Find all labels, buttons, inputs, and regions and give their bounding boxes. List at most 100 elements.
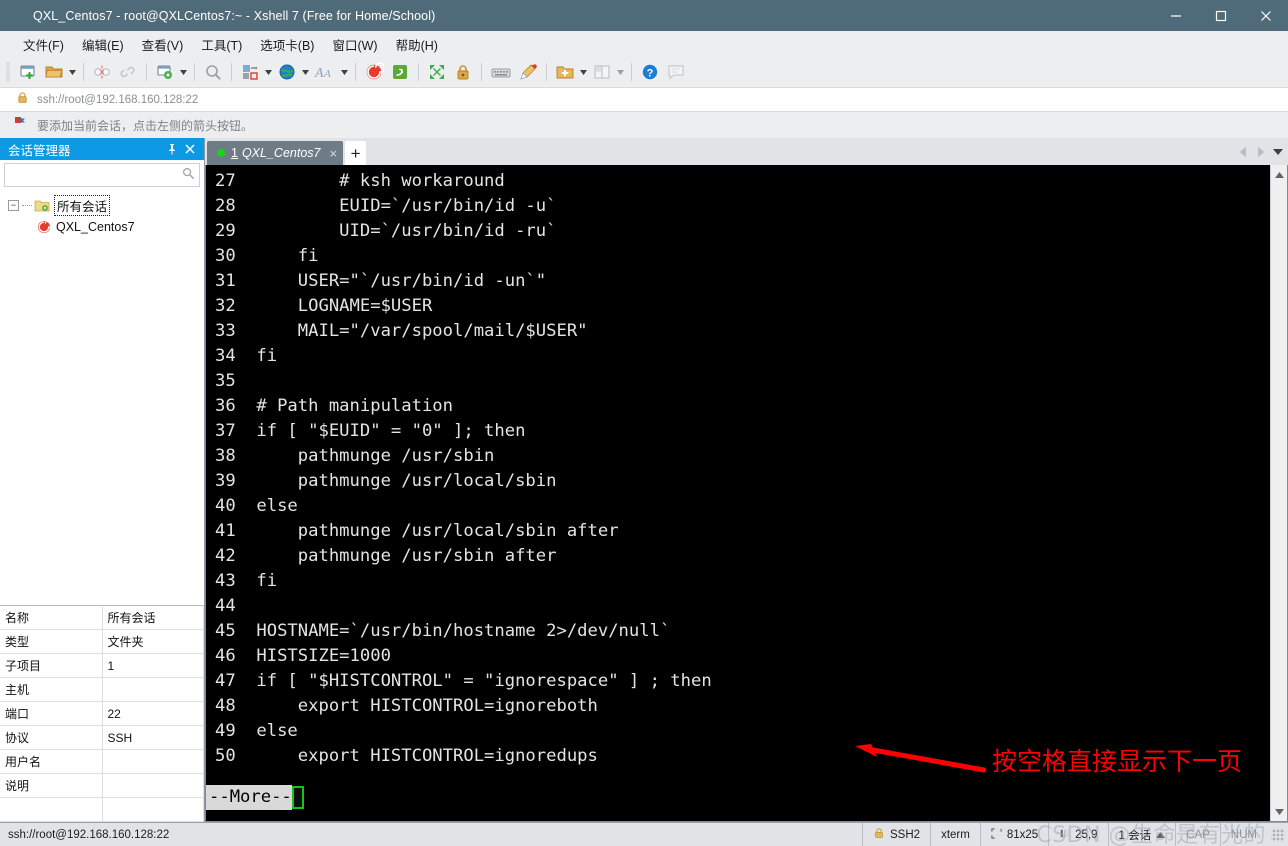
resize-grip[interactable]	[1271, 827, 1285, 842]
prop-key: 协议	[0, 725, 103, 750]
notice-text: 要添加当前会话，点击左侧的箭头按钮。	[37, 118, 254, 133]
help-icon[interactable]: ?	[637, 59, 663, 85]
prop-key: 子项目	[0, 653, 103, 678]
globe-icon[interactable]	[274, 59, 300, 85]
minimize-button[interactable]	[1153, 0, 1198, 31]
toolbar-separator	[194, 63, 195, 81]
pager-prompt-line: --More--	[206, 785, 304, 810]
maximize-button[interactable]	[1198, 0, 1243, 31]
chevron-down-icon[interactable]	[1271, 142, 1284, 162]
toolbar-separator	[418, 63, 419, 81]
tree-node-all-sessions[interactable]: − 所有会话	[0, 195, 204, 216]
globe-dropdown-icon[interactable]	[300, 60, 311, 84]
menu-bar: 文件(F) 编辑(E) 查看(V) 工具(T) 选项卡(B) 窗口(W) 帮助(…	[0, 31, 1288, 57]
svg-text:?: ?	[647, 68, 654, 80]
xshell-window: QXL_Centos7 - root@QXLCentos7:~ - Xshell…	[0, 0, 1288, 846]
terminal-area: 1 QXL_Centos7 × + 27 # ksh workaround 28…	[205, 138, 1288, 822]
menu-help[interactable]: 帮助(H)	[387, 32, 447, 57]
prop-value	[102, 797, 204, 822]
table-row: 类型 文件夹	[0, 629, 204, 654]
layout-dropdown-icon[interactable]	[615, 60, 626, 84]
session-search-box[interactable]	[4, 163, 200, 187]
prop-value: 22	[102, 701, 204, 726]
status-num-indicator: NUM	[1230, 828, 1257, 841]
toolbar-separator	[146, 63, 147, 81]
expander-icon[interactable]: −	[8, 200, 19, 211]
toolbar-grip[interactable]	[6, 62, 10, 82]
close-button[interactable]	[1243, 0, 1288, 31]
xftp-icon[interactable]	[387, 59, 413, 85]
status-size-label: 81x25	[1006, 828, 1039, 841]
terminal-screen[interactable]: 27 # ksh workaround 28 EUID=`/usr/bin/id…	[206, 165, 1270, 821]
new-tab-button[interactable]: +	[345, 141, 367, 165]
session-manager-header: 会话管理器	[0, 138, 204, 160]
open-folder-dropdown-icon[interactable]	[67, 60, 78, 84]
svg-text:A: A	[323, 68, 331, 80]
table-row: 说明	[0, 773, 204, 798]
scroll-down-icon[interactable]	[1272, 804, 1287, 819]
tree-node-label: QXL_Centos7	[56, 219, 135, 234]
layout-icon[interactable]	[589, 59, 615, 85]
comment-icon[interactable]	[663, 59, 689, 85]
tab-navigation	[1237, 138, 1284, 165]
xshell-icon[interactable]	[361, 59, 387, 85]
toolbar-separator	[355, 63, 356, 81]
session-manager-title: 会话管理器	[8, 143, 71, 158]
lock-icon[interactable]	[450, 59, 476, 85]
terminal-wrapper: 27 # ksh workaround 28 EUID=`/usr/bin/id…	[205, 165, 1288, 822]
address-bar[interactable]: ssh://root@192.168.160.128:22	[0, 87, 1288, 112]
status-terminal-type: xterm	[941, 828, 970, 841]
new-folder-icon[interactable]	[552, 59, 578, 85]
session-properties-icon[interactable]	[152, 59, 178, 85]
menu-file[interactable]: 文件(F)	[14, 32, 73, 57]
session-tree: − 所有会话 QXL_Centos7	[0, 189, 204, 605]
highlight-icon[interactable]	[515, 59, 541, 85]
tree-node-qxl-centos7[interactable]: QXL_Centos7	[0, 216, 204, 237]
terminal-scrollbar[interactable]	[1270, 165, 1287, 821]
menu-tools[interactable]: 工具(T)	[192, 32, 251, 57]
prop-value: 所有会话	[102, 605, 204, 630]
tree-node-label: 所有会话	[54, 195, 111, 216]
close-icon[interactable]	[181, 140, 199, 158]
tab-number: 1	[231, 146, 238, 160]
disconnect-icon[interactable]	[89, 59, 115, 85]
keyboard-icon[interactable]	[487, 59, 515, 85]
menu-window[interactable]: 窗口(W)	[323, 32, 386, 57]
fullscreen-icon[interactable]	[424, 59, 450, 85]
menu-tabs[interactable]: 选项卡(B)	[251, 32, 323, 57]
status-protocol: SSH2	[863, 823, 930, 846]
session-properties-dropdown-icon[interactable]	[178, 60, 189, 84]
scroll-up-icon[interactable]	[1272, 167, 1287, 182]
new-session-icon[interactable]	[15, 59, 41, 85]
transfer-dropdown-icon[interactable]	[263, 60, 274, 84]
menu-view[interactable]: 查看(V)	[133, 32, 193, 57]
tab-qxl-centos7[interactable]: 1 QXL_Centos7 ×	[207, 141, 344, 165]
terminal-content: 27 # ksh workaround 28 EUID=`/usr/bin/id…	[215, 171, 712, 766]
search-input[interactable]	[9, 168, 181, 182]
search-icon[interactable]	[181, 166, 195, 185]
tab-bar: 1 QXL_Centos7 × +	[205, 138, 1288, 165]
main-body: 会话管理器 − 所有会话 QXL_Centos7 名称 所有会话 类型 文件夹 …	[0, 138, 1288, 822]
find-icon[interactable]	[200, 59, 226, 85]
prop-key: 类型	[0, 629, 103, 654]
font-dropdown-icon[interactable]	[339, 60, 350, 84]
pin-icon[interactable]	[163, 140, 181, 158]
open-folder-icon[interactable]	[41, 59, 67, 85]
chevron-left-icon[interactable]	[1237, 142, 1250, 162]
tab-close-icon[interactable]: ×	[329, 147, 337, 160]
prop-value: 文件夹	[102, 629, 204, 654]
folder-icon	[34, 199, 50, 213]
chevron-up-icon[interactable]	[1156, 829, 1166, 841]
transfer-icon[interactable]	[237, 59, 263, 85]
reconnect-icon[interactable]	[115, 59, 141, 85]
status-size: 81x25	[981, 823, 1048, 846]
pager-prompt: --More--	[206, 785, 292, 810]
font-icon[interactable]: A A	[311, 59, 339, 85]
svg-text:A: A	[314, 66, 324, 81]
menu-edit[interactable]: 编辑(E)	[73, 32, 133, 57]
cursor-icon	[1059, 828, 1070, 842]
xshell-spiral-icon	[9, 8, 25, 24]
chevron-right-icon[interactable]	[1254, 142, 1267, 162]
new-folder-dropdown-icon[interactable]	[578, 60, 589, 84]
notice-bar: 要添加当前会话，点击左侧的箭头按钮。	[0, 112, 1288, 138]
